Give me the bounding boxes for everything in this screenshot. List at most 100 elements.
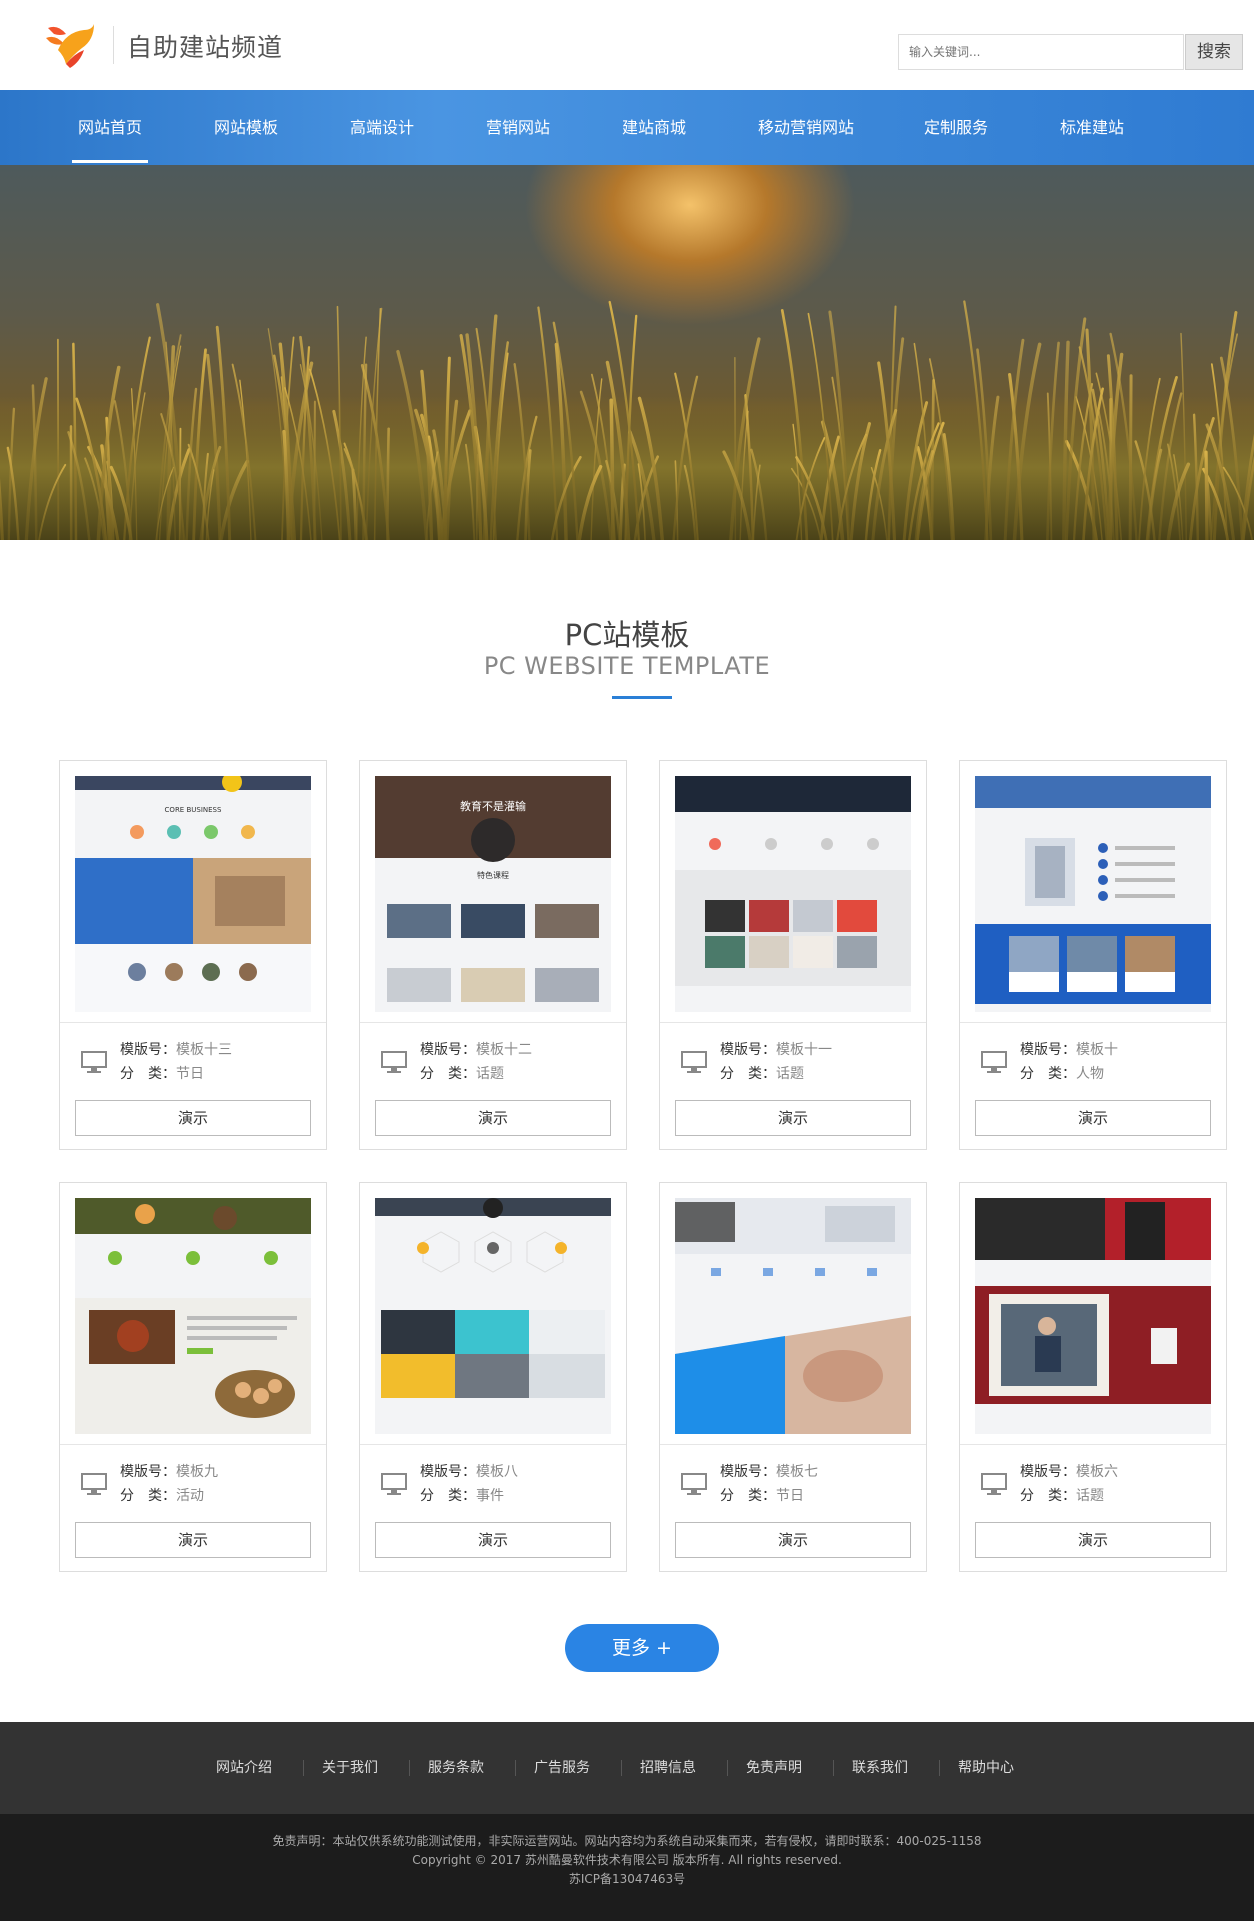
footer-link-jobs[interactable]: 招聘信息 — [640, 1722, 696, 1814]
template-category-label: 分 类： — [420, 1488, 476, 1504]
footer-disclaimer: 免责声明：本站仅供系统功能测试使用，非实际运营网站。网站内容均为系统自动采集而来… — [272, 1834, 982, 1848]
template-thumbnail[interactable] — [975, 1198, 1211, 1434]
search-input[interactable] — [899, 35, 1184, 69]
template-id-label: 模版号： — [1020, 1042, 1076, 1058]
footer-link-disclaimer[interactable]: 免责声明 — [746, 1722, 802, 1814]
template-category-row: 分 类：话题 — [1020, 1485, 1104, 1505]
site-title: 自助建站频道 — [127, 33, 284, 62]
footer-link-help[interactable]: 帮助中心 — [958, 1722, 1014, 1814]
template-thumbnail[interactable] — [975, 776, 1211, 1012]
monitor-icon — [81, 1051, 107, 1073]
template-id-label: 模版号： — [1020, 1464, 1076, 1480]
thumb-text: 教育不是灌输 — [460, 799, 526, 813]
footer-info: 免责声明：本站仅供系统功能测试使用，非实际运营网站。网站内容均为系统自动采集而来… — [0, 1814, 1254, 1921]
template-card[interactable]: 模版号：模板六 分 类：话题 演示 — [959, 1182, 1227, 1572]
template-category-value: 话题 — [476, 1066, 504, 1082]
nav-item-marketing[interactable]: 营销网站 — [480, 90, 556, 165]
template-card[interactable]: 教育不是灌输 特色课程 模版号：模板十二 分 类：话题 演示 — [359, 760, 627, 1150]
footer-link-about-site[interactable]: 网站介绍 — [216, 1722, 272, 1814]
footer-icp[interactable]: 苏ICP备13047463号 — [0, 1870, 1254, 1887]
card-divider — [660, 1022, 926, 1023]
template-category-value: 话题 — [1076, 1488, 1104, 1504]
template-category-label: 分 类： — [720, 1066, 776, 1082]
template-card[interactable]: 模版号：模板十 分 类：人物 演示 — [959, 760, 1227, 1150]
hero-banner[interactable] — [0, 165, 1254, 540]
search-button[interactable]: 搜索 — [1185, 34, 1243, 70]
main-nav: 网站首页 网站模板 高端设计 营销网站 建站商城 移动营销网站 定制服务 标准建… — [0, 90, 1254, 165]
demo-button[interactable]: 演示 — [675, 1522, 911, 1558]
template-card[interactable]: 模版号：模板七 分 类：节日 演示 — [659, 1182, 927, 1572]
demo-button[interactable]: 演示 — [375, 1100, 611, 1136]
template-thumbnail[interactable] — [675, 1198, 911, 1434]
template-card[interactable]: CORE BUSINESS 模版号：模板十三 分 类：节日 演示 — [59, 760, 327, 1150]
site-header: 自助建站频道 搜索 — [0, 0, 1254, 90]
footer-link-ads[interactable]: 广告服务 — [534, 1722, 590, 1814]
card-divider — [960, 1022, 1226, 1023]
demo-button[interactable]: 演示 — [375, 1522, 611, 1558]
demo-button[interactable]: 演示 — [75, 1522, 311, 1558]
template-category-value: 人物 — [1076, 1066, 1104, 1082]
footer-link-terms[interactable]: 服务条款 — [428, 1722, 484, 1814]
footer-link-about-us[interactable]: 关于我们 — [322, 1722, 378, 1814]
template-category-value: 节日 — [176, 1066, 204, 1082]
template-id-value: 模板九 — [176, 1464, 218, 1480]
template-category-value: 节日 — [776, 1488, 804, 1504]
monitor-icon — [381, 1473, 407, 1495]
logo-icon[interactable] — [44, 20, 96, 70]
demo-button[interactable]: 演示 — [975, 1100, 1211, 1136]
footer-separator — [621, 1760, 622, 1776]
template-thumbnail[interactable]: CORE BUSINESS — [75, 776, 311, 1012]
search-box — [898, 34, 1184, 70]
footer-separator — [409, 1760, 410, 1776]
template-thumbnail[interactable] — [375, 1198, 611, 1434]
footer-separator — [727, 1760, 728, 1776]
template-category-row: 分 类：活动 — [120, 1485, 204, 1505]
template-thumbnail[interactable] — [75, 1198, 311, 1434]
template-category-row: 分 类：节日 — [720, 1485, 804, 1505]
template-id-row: 模版号：模板七 — [720, 1461, 818, 1481]
section-underline — [612, 696, 672, 699]
nav-item-templates[interactable]: 网站模板 — [208, 90, 284, 165]
section-title: PC站模板 — [564, 618, 690, 652]
template-thumbnail[interactable]: 教育不是灌输 特色课程 — [375, 776, 611, 1012]
template-id-value: 模板六 — [1076, 1464, 1118, 1480]
demo-button[interactable]: 演示 — [675, 1100, 911, 1136]
template-category-label: 分 类： — [120, 1066, 176, 1082]
footer-link-contact[interactable]: 联系我们 — [852, 1722, 908, 1814]
card-divider — [960, 1444, 1226, 1445]
more-button[interactable]: 更多 + — [565, 1624, 719, 1672]
nav-item-home[interactable]: 网站首页 — [72, 90, 148, 165]
template-card[interactable]: 模版号：模板九 分 类：活动 演示 — [59, 1182, 327, 1572]
card-divider — [60, 1022, 326, 1023]
template-category-label: 分 类： — [720, 1488, 776, 1504]
nav-item-design[interactable]: 高端设计 — [344, 90, 420, 165]
template-id-row: 模版号：模板九 — [120, 1461, 218, 1481]
template-category-label: 分 类： — [1020, 1488, 1076, 1504]
demo-button[interactable]: 演示 — [75, 1100, 311, 1136]
footer-copyright: Copyright © 2017 苏州酷曼软件技术有限公司 版本所有. All … — [412, 1853, 842, 1867]
card-divider — [60, 1444, 326, 1445]
template-id-value: 模板八 — [476, 1464, 518, 1480]
section-subtitle: PC WEBSITE TEMPLATE — [483, 652, 771, 680]
template-thumbnail[interactable] — [675, 776, 911, 1012]
template-category-value: 事件 — [476, 1488, 504, 1504]
nav-item-custom[interactable]: 定制服务 — [918, 90, 994, 165]
template-id-label: 模版号： — [120, 1042, 176, 1058]
template-card[interactable]: 模版号：模板十一 分 类：话题 演示 — [659, 760, 927, 1150]
demo-button[interactable]: 演示 — [975, 1522, 1211, 1558]
template-id-label: 模版号： — [120, 1464, 176, 1480]
logo-divider — [113, 26, 114, 64]
template-id-row: 模版号：模板十一 — [720, 1039, 832, 1059]
footer-separator — [833, 1760, 834, 1776]
footer-separator — [939, 1760, 940, 1776]
template-id-label: 模版号： — [720, 1464, 776, 1480]
nav-item-store[interactable]: 建站商城 — [616, 90, 692, 165]
template-category-row: 分 类：事件 — [420, 1485, 504, 1505]
nav-item-standard[interactable]: 标准建站 — [1054, 90, 1130, 165]
monitor-icon — [981, 1051, 1007, 1073]
template-category-label: 分 类： — [1020, 1066, 1076, 1082]
monitor-icon — [681, 1473, 707, 1495]
nav-item-mobile[interactable]: 移动营销网站 — [750, 90, 862, 165]
template-card[interactable]: 模版号：模板八 分 类：事件 演示 — [359, 1182, 627, 1572]
template-category-label: 分 类： — [120, 1488, 176, 1504]
